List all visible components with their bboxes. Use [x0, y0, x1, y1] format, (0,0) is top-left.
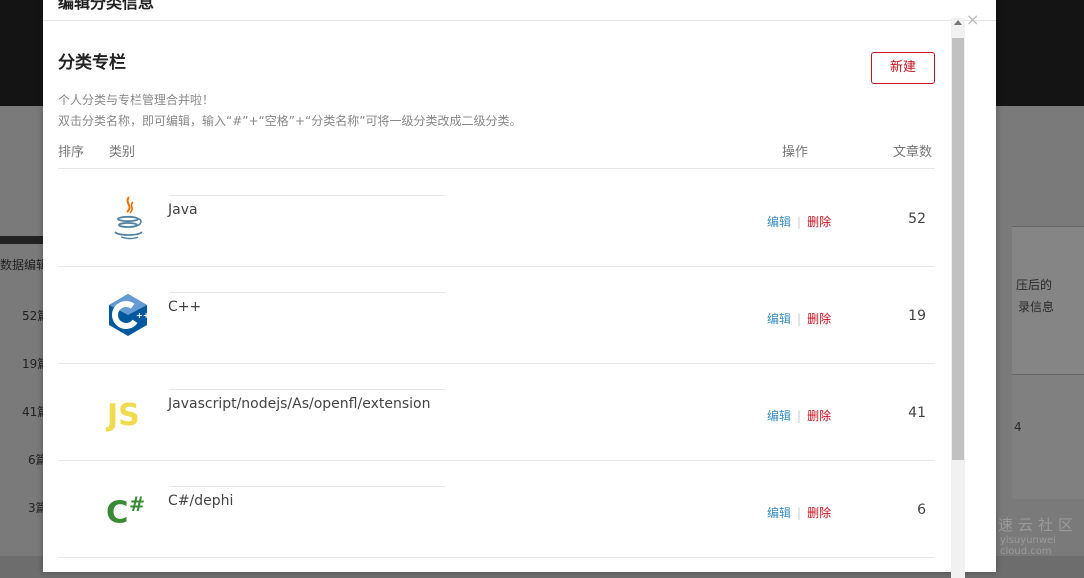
column-header-count: 文章数: [893, 145, 933, 160]
svg-text:C: C: [106, 495, 128, 529]
edit-link[interactable]: 编辑: [767, 409, 791, 423]
category-name-field[interactable]: Java: [168, 195, 446, 224]
category-name-field[interactable]: C++: [168, 292, 446, 321]
svg-text:JS: JS: [106, 398, 140, 432]
category-name[interactable]: C#/dephi: [168, 493, 233, 509]
delete-link[interactable]: 删除: [807, 215, 831, 229]
description-line: 个人分类与专栏管理合并啦！: [58, 93, 215, 107]
table-row: JS Javascript/nodejs/As/openfl/extension…: [58, 363, 935, 461]
description-line: 双击分类名称，即可编辑，输入“#”+“空格”+“分类名称”可将一级分类改成二级分…: [58, 114, 522, 128]
column-header-action: 操作: [782, 145, 809, 160]
category-name[interactable]: C++: [168, 299, 201, 315]
action-separator: |: [797, 215, 802, 229]
article-count: 52: [908, 211, 926, 227]
modal-title: 编辑分类信息: [58, 0, 155, 12]
svg-text:++: ++: [136, 311, 149, 320]
action-separator: |: [797, 312, 802, 326]
edit-link[interactable]: 编辑: [767, 312, 791, 326]
section-title: 分类专栏: [58, 53, 126, 73]
edit-link[interactable]: 编辑: [767, 506, 791, 520]
watermark-sub: yisuyunwei cloud.com: [1000, 535, 1056, 557]
column-header-order: 排序: [58, 145, 85, 160]
java-icon: [106, 195, 150, 241]
row-actions: 编辑 | 删除: [767, 213, 831, 230]
category-name[interactable]: Java: [168, 202, 198, 218]
svg-text:#: #: [129, 493, 145, 516]
background-left-bar: [0, 236, 44, 244]
background-right-panel: [1012, 374, 1084, 499]
js-icon: JS: [106, 389, 150, 435]
background-left-label: 数据编辑: [0, 258, 49, 272]
action-separator: |: [797, 506, 802, 520]
table-row: Java 编辑 | 删除 52: [58, 169, 935, 267]
article-count: 6: [917, 502, 926, 518]
cpp-icon: ++: [106, 292, 150, 338]
modal-header: 编辑分类信息: [43, 0, 996, 21]
background-right-text: 录信息: [1018, 300, 1055, 314]
category-name[interactable]: Javascript/nodejs/As/openfl/extension: [168, 396, 430, 412]
category-name-field[interactable]: Javascript/nodejs/As/openfl/extension: [168, 389, 446, 418]
row-actions: 编辑 | 删除: [767, 310, 831, 327]
action-separator: |: [797, 409, 802, 423]
edit-category-modal: 编辑分类信息 分类专栏 新建 个人分类与专栏管理合并啦！ 双击分类名称，即可编辑…: [43, 0, 996, 578]
article-count: 41: [908, 405, 926, 421]
column-header-category: 类别: [109, 145, 136, 160]
scroll-up-arrow[interactable]: [954, 20, 962, 25]
table-row: ++ C++ 编辑 | 删除 19: [58, 266, 935, 364]
csharp-icon: C #: [106, 486, 150, 532]
delete-link[interactable]: 删除: [807, 409, 831, 423]
table-row: C # C#/dephi 编辑 | 删除 6: [58, 460, 935, 558]
delete-link[interactable]: 删除: [807, 506, 831, 520]
delete-link[interactable]: 删除: [807, 312, 831, 326]
background-right-text: 压后的: [1016, 278, 1053, 292]
article-count: 19: [908, 308, 926, 324]
edit-link[interactable]: 编辑: [767, 215, 791, 229]
background-right-text: 4: [1014, 420, 1022, 434]
category-name-field[interactable]: C#/dephi: [168, 486, 446, 515]
close-icon[interactable]: ×: [966, 12, 979, 28]
row-actions: 编辑 | 删除: [767, 407, 831, 424]
scrollbar-thumb[interactable]: [952, 38, 964, 460]
row-actions: 编辑 | 删除: [767, 504, 831, 521]
new-category-button[interactable]: 新建: [871, 52, 935, 84]
